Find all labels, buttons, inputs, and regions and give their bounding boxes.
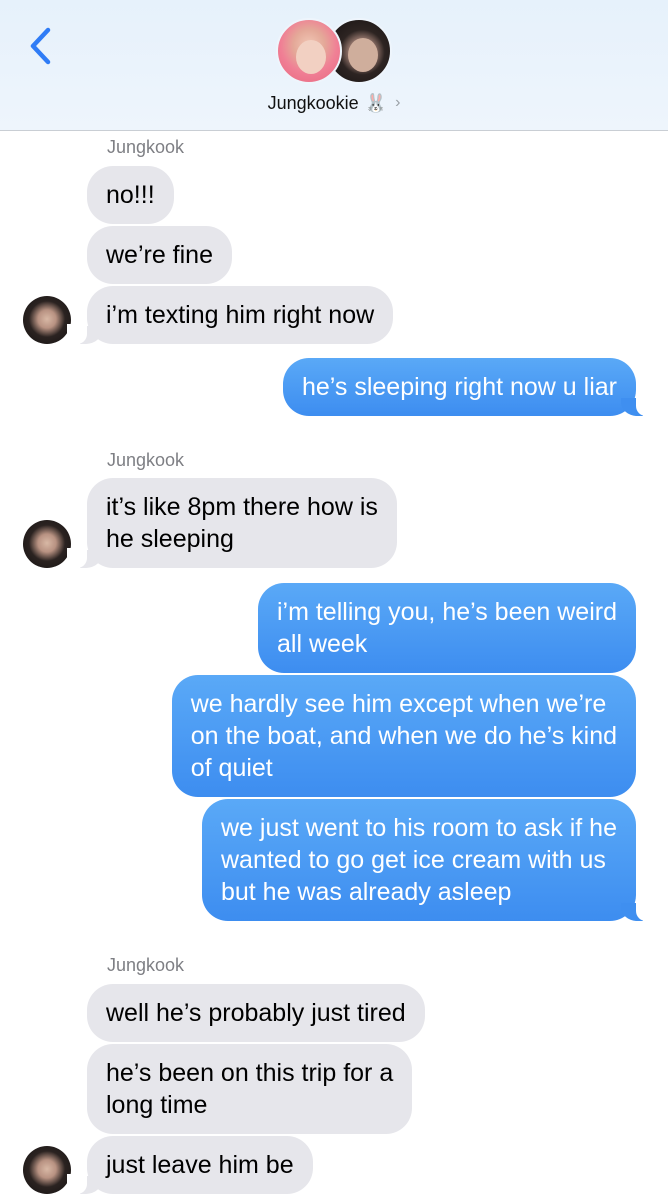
message-bubble-sent[interactable]: we hardly see him except when we’re on t… <box>171 675 636 797</box>
contact-name: Jungkookie <box>267 92 359 113</box>
message-bubble-sent[interactable]: he’s sleeping right now u liar <box>282 358 657 416</box>
message-bubble-received[interactable]: just leave him be <box>67 1136 313 1194</box>
group-avatars[interactable] <box>276 18 392 86</box>
sender-avatar[interactable] <box>23 296 71 344</box>
sender-avatar[interactable] <box>23 1146 71 1194</box>
message-bubble-received[interactable]: no!!! <box>87 166 174 224</box>
sender-label: Jungkook <box>107 137 185 157</box>
message-bubble-received[interactable]: it’s like 8pm there how is he sleeping <box>67 478 397 568</box>
back-button[interactable] <box>20 24 60 68</box>
bunny-emoji-icon: 🐰 <box>364 92 388 113</box>
contact-avatar-pink-hair <box>276 18 342 84</box>
message-bubble-sent[interactable]: i’m telling you, he’s been weird all wee… <box>257 583 636 673</box>
message-bubble-received[interactable]: we’re fine <box>87 226 232 284</box>
sender-label: Jungkook <box>107 955 185 975</box>
sender-avatar[interactable] <box>23 520 71 568</box>
message-bubble-sent[interactable]: we just went to his room to ask if he wa… <box>201 799 657 921</box>
sender-label: Jungkook <box>107 450 185 470</box>
message-bubble-received[interactable]: he’s been on this trip for a long time <box>87 1044 413 1134</box>
conversation-header: Jungkookie 🐰 › <box>0 0 668 131</box>
contact-name-button[interactable]: Jungkookie 🐰 › <box>0 90 668 116</box>
message-bubble-received[interactable]: well he’s probably just tired <box>87 984 425 1042</box>
chevron-right-icon: › <box>395 94 401 111</box>
back-arrow-icon <box>30 27 51 65</box>
message-bubble-received[interactable]: i’m texting him right now <box>66 286 394 344</box>
